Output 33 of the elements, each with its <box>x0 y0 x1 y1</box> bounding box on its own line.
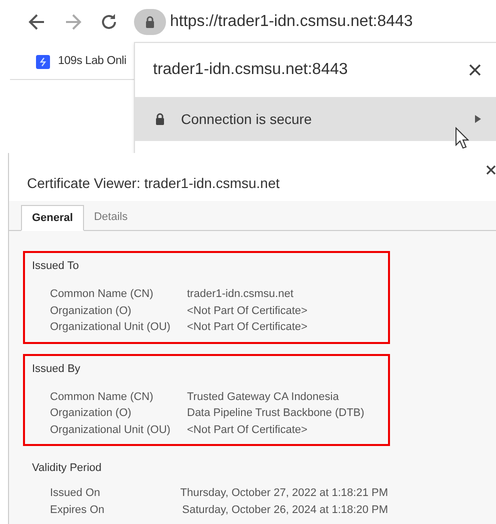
field-label: Organizational Unit (OU) <box>50 422 172 438</box>
section-heading: Issued To <box>32 259 80 274</box>
dialog-title: Certificate Viewer: trader1-idn.csmsu.net <box>27 174 280 193</box>
field-value: Thursday, October 27, 2022 at 1:18:21 PM <box>180 486 388 501</box>
cursor-icon <box>455 127 469 149</box>
field-label: Common Name (CN) <box>50 390 154 404</box>
section-heading: Issued By <box>32 362 82 376</box>
lock-button[interactable] <box>134 9 166 35</box>
close-icon[interactable] <box>469 64 481 76</box>
field-value: <Not Part Of Certificate> <box>187 304 308 318</box>
field-value: Trusted Gateway CA Indonesia <box>187 390 339 404</box>
field-label: Common Name (CN) <box>50 287 154 302</box>
tab[interactable]: General <box>21 205 84 231</box>
lock-icon <box>145 16 155 28</box>
field-value: <Not Part Of Certificate> <box>187 320 308 335</box>
field-value: Saturday, October 26, 2024 at 1:18:20 PM <box>182 502 388 518</box>
bookmark-favicon-icon <box>36 54 50 68</box>
field-label: Organizational Unit (OU) <box>50 320 172 335</box>
field-label: Issued On <box>50 486 102 501</box>
site-host: trader1-idn.csmsu.net:8443 <box>153 60 348 80</box>
address-bar-url[interactable]: https://trader1-idn.csmsu.net:8443 <box>170 10 413 34</box>
field-label: Organization (O) <box>50 406 132 421</box>
field-value: trader1-idn.csmsu.net <box>187 287 294 302</box>
field-label: Organization (O) <box>50 304 132 318</box>
field-label: Expires On <box>50 502 106 518</box>
lock-icon <box>155 113 165 125</box>
bookmark[interactable]: 109s Lab Onli <box>36 52 126 70</box>
section-heading: Validity Period <box>32 461 102 476</box>
close-icon[interactable] <box>486 165 496 175</box>
field-value: <Not Part Of Certificate> <box>187 422 308 438</box>
tab[interactable]: Details <box>84 204 138 230</box>
field-value: Data Pipeline Trust Backbone (DTB) <box>187 406 364 421</box>
chevron-right-icon <box>475 115 481 123</box>
